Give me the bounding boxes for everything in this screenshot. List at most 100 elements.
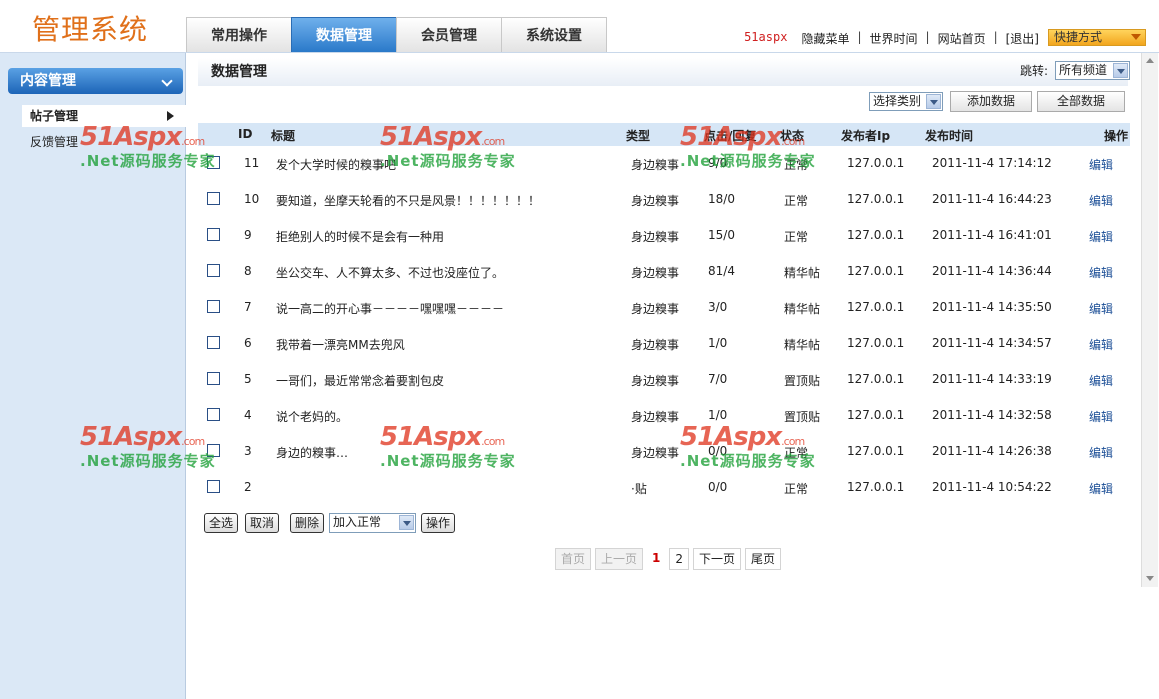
page-2-button[interactable]: 2 (669, 548, 690, 570)
row-title[interactable]: 坐公交车、人不算太多、不过也没座位了。 (276, 264, 504, 281)
col-title: 标题 (271, 129, 296, 143)
logout-link[interactable]: [退出] (1006, 30, 1039, 47)
edit-link[interactable]: 编辑 (1089, 192, 1113, 209)
row-title[interactable]: 说个老妈的。 (276, 408, 348, 425)
row-id: 10 (244, 192, 260, 206)
row-clicks: 18/0 (708, 192, 735, 206)
chevron-down-icon (161, 75, 173, 87)
category-select[interactable]: 选择类别 (869, 92, 943, 111)
row-time: 2011-11-4 14:36:44 (932, 264, 1052, 278)
row-title[interactable]: 一哥们，最近常常念着要割包皮 (276, 372, 444, 389)
operate-button[interactable]: 操作 (421, 513, 455, 533)
home-link[interactable]: 网站首页 (938, 30, 986, 47)
row-title[interactable]: 要知道，坐摩天轮看的不只是风景！！！！！！！ (276, 192, 540, 209)
row-title[interactable]: 身边的糗事… (276, 444, 348, 461)
row-status: 精华帖 (784, 266, 821, 280)
chevron-down-icon (1113, 63, 1128, 78)
quick-menu-dropdown[interactable]: 快捷方式 (1048, 29, 1146, 46)
row-time: 2011-11-4 10:54:22 (932, 480, 1052, 494)
row-clicks: 1/0 (708, 408, 728, 422)
tab-data[interactable]: 数据管理 (291, 17, 397, 52)
row-title[interactable]: 拒绝别人的时候不是会有一种用 (276, 228, 444, 245)
edit-link[interactable]: 编辑 (1089, 264, 1113, 281)
edit-link[interactable]: 编辑 (1089, 372, 1113, 389)
row-ip: 127.0.0.1 (847, 264, 905, 278)
arrow-right-icon (167, 111, 174, 121)
row-ip: 127.0.0.1 (847, 228, 905, 242)
row-time: 2011-11-4 16:41:01 (932, 228, 1052, 242)
add-data-button[interactable]: 添加数据 (950, 91, 1032, 112)
row-checkbox[interactable] (207, 192, 220, 205)
delete-button[interactable]: 删除 (290, 513, 324, 533)
row-ip: 127.0.0.1 (847, 156, 905, 170)
row-status: 精华帖 (784, 338, 821, 352)
row-id: 4 (244, 408, 252, 422)
row-id: 7 (244, 300, 252, 314)
edit-link[interactable]: 编辑 (1089, 336, 1113, 353)
table-row: 8 坐公交车、人不算太多、不过也没座位了。 身边糗事 81/4 精华帖 127.… (198, 254, 1130, 290)
app-logo: 管理系统 (32, 13, 149, 46)
edit-link[interactable]: 编辑 (1089, 408, 1113, 425)
cancel-button[interactable]: 取消 (245, 513, 279, 533)
prev-page-button[interactable]: 上一页 (595, 548, 644, 570)
sidebar-item-label: 反馈管理 (30, 135, 79, 149)
next-page-button[interactable]: 下一页 (693, 548, 742, 570)
row-title[interactable]: 我带着一漂亮MM去兜风 (276, 336, 405, 353)
row-clicks: 15/0 (708, 228, 735, 242)
col-id: ID (238, 127, 253, 141)
world-time-link[interactable]: 世界时间 (870, 30, 918, 47)
last-page-button[interactable]: 尾页 (745, 548, 782, 570)
scrollbar[interactable] (1141, 53, 1158, 587)
tab-members[interactable]: 会员管理 (396, 17, 502, 52)
row-type: 身边糗事 (631, 158, 680, 172)
row-type: ·贴 (631, 482, 647, 496)
separator: | (993, 30, 998, 44)
row-time: 2011-11-4 17:14:12 (932, 156, 1052, 170)
scroll-up-icon[interactable] (1144, 55, 1156, 67)
row-title[interactable]: 发个大学时候的糗事吧 (276, 156, 396, 173)
edit-link[interactable]: 编辑 (1089, 444, 1113, 461)
edit-link[interactable]: 编辑 (1089, 300, 1113, 317)
col-time: 发布时间 (925, 129, 974, 143)
row-time: 2011-11-4 14:26:38 (932, 444, 1052, 458)
select-all-button[interactable]: 全选 (204, 513, 238, 533)
edit-link[interactable]: 编辑 (1089, 156, 1113, 173)
quick-menu-label: 快捷方式 (1054, 30, 1103, 44)
hide-menu-link[interactable]: 隐藏菜单 (801, 30, 849, 47)
sidebar-header[interactable]: 内容管理 (8, 68, 183, 94)
row-type: 身边糗事 (631, 446, 680, 460)
row-checkbox[interactable] (207, 156, 220, 169)
row-checkbox[interactable] (207, 480, 220, 493)
row-checkbox[interactable] (207, 444, 220, 457)
page-1-button[interactable]: 1 (647, 548, 665, 570)
first-page-button[interactable]: 首页 (555, 548, 592, 570)
row-checkbox[interactable] (207, 300, 220, 313)
operation-select[interactable]: 加入正常 (329, 513, 416, 533)
row-id: 3 (244, 444, 252, 458)
row-type: 身边糗事 (631, 230, 680, 244)
row-status: 正常 (784, 230, 809, 244)
row-checkbox[interactable] (207, 336, 220, 349)
row-checkbox[interactable] (207, 408, 220, 421)
tab-settings[interactable]: 系统设置 (501, 17, 607, 52)
edit-link[interactable]: 编辑 (1089, 228, 1113, 245)
brand-link[interactable]: 51aspx (744, 30, 787, 47)
channel-select[interactable]: 所有频道 (1055, 61, 1130, 80)
tab-common[interactable]: 常用操作 (186, 17, 292, 52)
table-row: 7 说一高二的开心事－－－－嘿嘿嘿－－－－ 身边糗事 3/0 精华帖 127.0… (198, 290, 1130, 326)
col-status: 状态 (780, 129, 805, 143)
row-checkbox[interactable] (207, 372, 220, 385)
all-data-button[interactable]: 全部数据 (1037, 91, 1125, 112)
sidebar-item-feedback[interactable]: 反馈管理 (22, 131, 186, 153)
scroll-down-icon[interactable] (1144, 573, 1156, 585)
row-title[interactable]: 说一高二的开心事－－－－嘿嘿嘿－－－－ (276, 300, 504, 317)
table-row: 11 发个大学时候的糗事吧 身边糗事 9/0 正常 127.0.0.1 2011… (198, 146, 1130, 182)
row-type: 身边糗事 (631, 338, 680, 352)
col-ip: 发布者Ip (841, 129, 891, 143)
edit-link[interactable]: 编辑 (1089, 480, 1113, 497)
sidebar-item-posts[interactable]: 帖子管理 (22, 105, 186, 127)
main-tabs: 常用操作 数据管理 会员管理 系统设置 (186, 17, 607, 52)
row-checkbox[interactable] (207, 228, 220, 241)
row-clicks: 0/0 (708, 444, 728, 458)
row-checkbox[interactable] (207, 264, 220, 277)
